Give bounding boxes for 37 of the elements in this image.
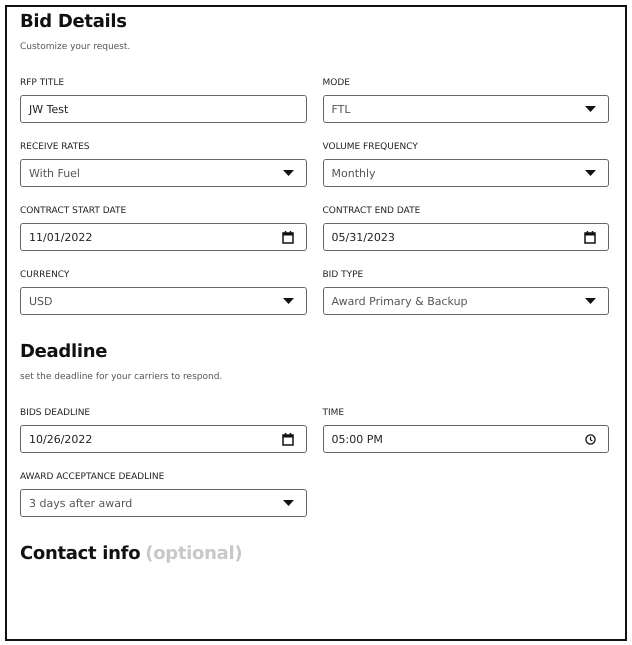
caret-icon [585,106,596,112]
dropdown[interactable]: Monthly [322,159,609,187]
caret-icon [585,170,596,176]
field-label: MODE [322,78,351,88]
field-label: CONTRACT START DATE [20,206,128,216]
field-label: CONTRACT END DATE [322,206,422,216]
section-subtitle: Customize your request. [20,42,132,52]
field-label: RFP TITLE [20,78,66,88]
date-field[interactable]: 10/26/2022 [20,425,306,453]
dropdown[interactable]: USD [20,287,306,315]
caret-icon [282,500,294,506]
caret-icon [282,170,294,176]
field-label: RECEIVE RATES [20,142,91,152]
field-label: TIME [322,408,346,418]
date-field[interactable]: 05/31/2023 [322,223,609,251]
calendar-icon[interactable] [584,230,596,244]
date-field[interactable]: 11/01/2022 [20,223,306,251]
time-field[interactable]: 05:00 PM [322,425,609,453]
field-label: AWARD ACCEPTANCE DEADLINE [20,472,166,482]
field-label: BIDS DEADLINE [20,408,92,418]
dropdown[interactable]: With Fuel [20,159,306,187]
calendar-icon[interactable] [282,432,294,446]
caret-icon [282,298,294,304]
dropdown[interactable]: Award Primary & Backup [322,287,609,315]
calendar-icon[interactable] [282,230,294,244]
input-field[interactable]: JW Test [20,95,306,123]
section-heading: Deadline [20,341,108,362]
dropdown[interactable]: FTL [322,95,609,123]
field-label: VOLUME FREQUENCY [322,142,419,152]
section-heading: Contact info [20,543,140,564]
caret-icon [585,298,596,304]
field-label: CURRENCY [20,270,70,280]
field-label: BID TYPE [322,270,364,280]
section-heading: Bid Details [20,11,127,32]
clock-icon[interactable] [585,434,596,444]
section-subtitle: set the deadline for your carriers to respond. [20,372,224,382]
dropdown[interactable]: 3 days after award [20,489,306,517]
